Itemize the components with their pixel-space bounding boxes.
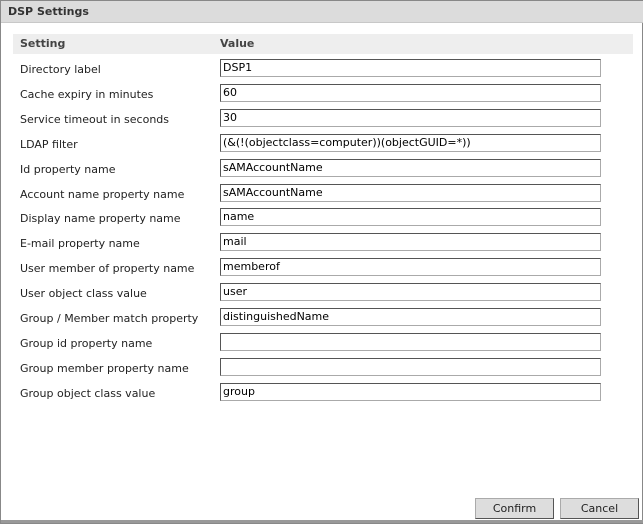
setting-label: Group member property name <box>20 361 189 375</box>
setting-label: E-mail property name <box>20 237 140 251</box>
setting-row: Cache expiry in minutes 60 <box>13 83 633 109</box>
setting-value-input[interactable]: DSP1 <box>220 59 601 77</box>
setting-label: Group / Member match property <box>20 312 199 325</box>
setting-label: Id property name <box>20 162 116 176</box>
setting-value-input[interactable]: 30 <box>220 108 601 127</box>
setting-value-input[interactable]: distinguishedName <box>220 308 601 326</box>
setting-value-input[interactable] <box>220 332 601 351</box>
setting-row: Group object class value group <box>13 382 633 408</box>
dialog-bottom-border <box>1 520 643 523</box>
setting-label: Account name property name <box>20 187 185 201</box>
setting-row: Id property name sAMAccountName <box>13 158 633 184</box>
setting-label: User object class value <box>20 287 147 301</box>
setting-row: User member of property name memberof <box>13 258 633 283</box>
setting-row: User object class value user <box>13 283 633 308</box>
setting-label: Group id property name <box>20 336 153 350</box>
setting-label: Display name property name <box>20 212 181 226</box>
setting-label: Group object class value <box>20 386 156 400</box>
setting-row: LDAP filter (&(!(objectclass=computer))(o… <box>13 133 633 159</box>
setting-value-input[interactable]: group <box>220 382 601 401</box>
header-value: Value <box>220 37 255 50</box>
setting-row: Group id property name <box>13 332 633 358</box>
setting-label: Directory label <box>20 63 101 76</box>
setting-label: Cache expiry in minutes <box>20 87 154 101</box>
setting-value-input[interactable]: name <box>220 208 601 227</box>
setting-label: LDAP filter <box>20 137 78 151</box>
setting-row: Service timeout in seconds 30 <box>13 108 633 134</box>
setting-value-input[interactable]: memberof <box>220 258 601 277</box>
setting-row: Group / Member match property distinguish… <box>13 308 633 333</box>
setting-row: Directory label DSP1 <box>13 59 633 84</box>
setting-value-input[interactable]: sAMAccountName <box>220 158 601 177</box>
table-header: Setting Value <box>13 34 633 54</box>
setting-value-input[interactable]: 60 <box>220 83 601 102</box>
setting-value-input[interactable] <box>220 357 601 376</box>
setting-label: Service timeout in seconds <box>20 112 169 126</box>
setting-row: Account name property name sAMAccountName <box>13 183 633 209</box>
setting-value-input[interactable]: user <box>220 283 601 302</box>
setting-value-input[interactable]: (&(!(objectclass=computer))(objectGUID=*… <box>220 133 601 152</box>
setting-row: Display name property name name <box>13 208 633 233</box>
cancel-button[interactable]: Cancel <box>560 498 639 519</box>
confirm-button[interactable]: Confirm <box>475 498 554 519</box>
setting-row: E-mail property name mail <box>13 233 633 258</box>
setting-value-input[interactable]: mail <box>220 233 601 252</box>
header-setting: Setting <box>20 37 66 50</box>
setting-value-input[interactable]: sAMAccountName <box>220 183 601 202</box>
setting-row: Group member property name <box>13 357 633 383</box>
setting-label: User member of property name <box>20 262 195 276</box>
dialog-title: DSP Settings <box>1 1 643 23</box>
